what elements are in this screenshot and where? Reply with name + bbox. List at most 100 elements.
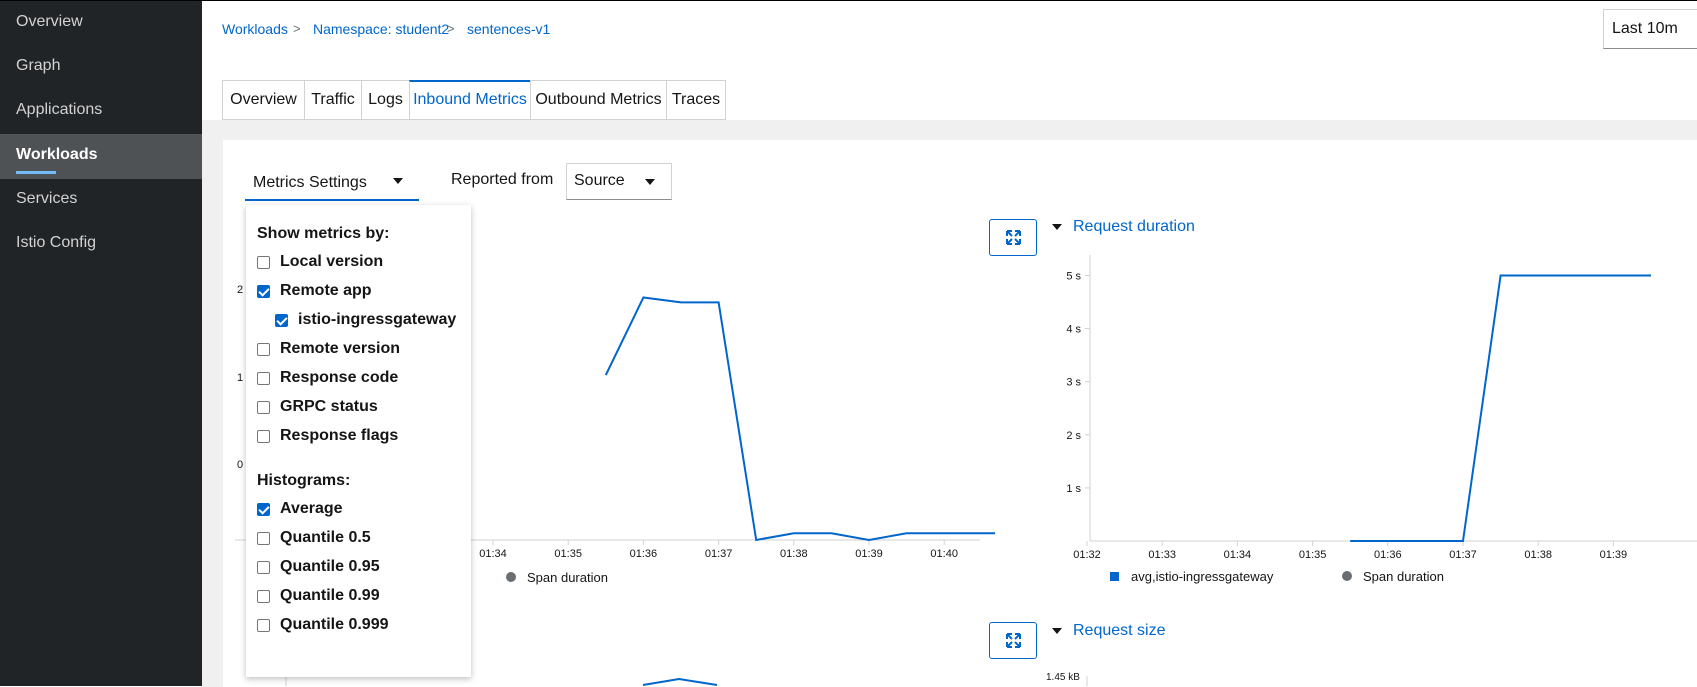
x-tick-label: 01:35 xyxy=(554,548,582,560)
checkbox-unchecked-icon[interactable] xyxy=(257,589,270,603)
checkbox-unchecked-icon[interactable] xyxy=(257,531,270,545)
x-tick-label: 01:38 xyxy=(780,548,808,560)
legend-dot-icon xyxy=(506,572,516,582)
tab-label: Traffic xyxy=(311,91,355,108)
checkbox-label: Quantile 0.95 xyxy=(280,558,380,575)
checkbox-local-version[interactable]: Local version xyxy=(257,252,383,272)
checkbox-label: Quantile 0.99 xyxy=(280,587,380,604)
checkbox-quantile-0-5[interactable]: Quantile 0.5 xyxy=(257,528,371,548)
checkbox-label: istio-ingressgateway xyxy=(298,311,457,328)
checkbox-unchecked-icon[interactable] xyxy=(257,400,270,414)
checkbox-checked-icon[interactable] xyxy=(257,502,270,516)
tab-label: Traces xyxy=(671,91,721,108)
y-tick-label: 0 xyxy=(237,459,243,471)
checkbox-remote-app[interactable]: Remote app xyxy=(257,281,372,301)
sidebar-item-overview[interactable]: Overview xyxy=(0,1,202,49)
checkbox-unchecked-icon[interactable] xyxy=(257,371,270,385)
checkbox-label: Quantile 0.999 xyxy=(280,616,389,633)
breadcrumb-workload[interactable]: sentences-v1 xyxy=(467,21,550,37)
x-tick-label: 01:34 xyxy=(1224,549,1252,561)
checkbox-label: Remote version xyxy=(280,340,401,357)
checkbox-quantile-0-99[interactable]: Quantile 0.99 xyxy=(257,586,380,606)
sidebar-item-label: Workloads xyxy=(16,146,98,163)
checkbox-label: GRPC status xyxy=(280,398,378,415)
sidebar-item-applications[interactable]: Applications xyxy=(0,89,202,137)
caret-down-icon xyxy=(645,179,655,185)
checkbox-unchecked-icon[interactable] xyxy=(257,342,270,356)
sidebar-item-istio-config[interactable]: Istio Config xyxy=(0,222,202,270)
checkbox-unchecked-icon[interactable] xyxy=(257,618,270,632)
sidebar-item-services[interactable]: Services xyxy=(0,178,202,226)
checkbox-response-code[interactable]: Response code xyxy=(257,368,398,388)
y-tick-label: 1 s xyxy=(1066,483,1081,495)
expand-chart-button[interactable] xyxy=(989,219,1037,256)
sidebar-item-label: Istio Config xyxy=(16,234,97,251)
breadcrumb-separator: > xyxy=(447,21,455,36)
checkbox-unchecked-icon[interactable] xyxy=(257,560,270,574)
checkbox-remote-version[interactable]: Remote version xyxy=(257,339,400,359)
x-tick-label: 01:33 xyxy=(1148,549,1176,561)
sidebar-item-workloads[interactable]: Workloads xyxy=(0,134,202,179)
series-line-span-duration xyxy=(604,296,995,542)
expand-icon xyxy=(1006,633,1021,648)
x-tick-label: 01:39 xyxy=(1600,549,1628,561)
tab-outbound-metrics[interactable]: Outbound Metrics xyxy=(530,80,667,120)
sidebar-item-graph[interactable]: Graph xyxy=(0,45,202,93)
checkbox-label: Quantile 0.5 xyxy=(280,529,371,546)
request-size-title[interactable]: Request size xyxy=(1073,622,1166,640)
checkbox-label: Response code xyxy=(280,369,399,386)
tab-traces[interactable]: Traces xyxy=(666,80,726,120)
request-size-line xyxy=(642,677,718,686)
legend-square-icon xyxy=(1110,572,1119,581)
tab-label: Logs xyxy=(368,91,403,108)
sidebar-item-label: Graph xyxy=(16,57,61,74)
tab-logs[interactable]: Logs xyxy=(361,80,410,120)
sidebar-item-label: Overview xyxy=(16,13,83,30)
checkbox-quantile-0-999[interactable]: Quantile 0.999 xyxy=(257,615,389,635)
checkbox-checked-icon[interactable] xyxy=(257,284,270,298)
y-tick-label: 5 s xyxy=(1066,271,1081,283)
tab-label: Inbound Metrics xyxy=(413,91,527,108)
time-range-value: Last 10m xyxy=(1612,20,1678,37)
tab-traffic[interactable]: Traffic xyxy=(304,80,362,120)
checkbox-istio-ingressgateway[interactable]: istio-ingressgateway xyxy=(275,310,456,330)
checkbox-unchecked-icon[interactable] xyxy=(257,255,270,269)
reported-from-label: Reported from xyxy=(451,171,554,188)
y-tick-label: 3 s xyxy=(1066,377,1081,389)
reported-from-select[interactable]: Source xyxy=(566,163,672,200)
checkbox-grpc-status[interactable]: GRPC status xyxy=(257,397,378,417)
sidebar-item-label: Services xyxy=(16,190,78,207)
x-tick-label: 01:39 xyxy=(855,548,883,560)
sidebar: Overview Graph Applications Workloads Se… xyxy=(0,0,202,686)
checkbox-unchecked-icon[interactable] xyxy=(257,429,270,443)
metrics-settings-toggle[interactable]: Metrics Settings xyxy=(245,165,419,201)
chevron-down-icon[interactable] xyxy=(1052,628,1062,634)
expand-icon xyxy=(1006,230,1021,245)
legend-label: avg,istio-ingressgateway xyxy=(1131,569,1274,584)
checkbox-response-flags[interactable]: Response flags xyxy=(257,426,398,446)
tab-overview[interactable]: Overview xyxy=(222,80,305,120)
checkbox-average[interactable]: Average xyxy=(257,499,343,519)
axis-line xyxy=(1086,676,1088,686)
expand-chart-button[interactable] xyxy=(989,622,1037,659)
request-duration-title[interactable]: Request duration xyxy=(1073,218,1195,236)
breadcrumb-namespace[interactable]: Namespace: student2 xyxy=(313,21,449,37)
tab-inbound-metrics[interactable]: Inbound Metrics xyxy=(409,80,531,120)
checkbox-label: Average xyxy=(280,500,343,517)
checkbox-label: Local version xyxy=(280,253,384,270)
show-metrics-by-heading: Show metrics by: xyxy=(257,225,390,242)
time-range-select[interactable]: Last 10m xyxy=(1603,9,1697,49)
x-tick-label: 01:40 xyxy=(930,548,958,560)
content-divider xyxy=(202,120,1697,140)
x-tick-label: 01:38 xyxy=(1524,549,1552,561)
breadcrumb-workloads[interactable]: Workloads xyxy=(222,21,288,37)
x-tick-label: 01:37 xyxy=(705,548,733,560)
checkbox-checked-icon[interactable] xyxy=(275,313,288,327)
y-tick-label: 1.45 kB xyxy=(1046,672,1080,683)
legend-label: Span duration xyxy=(527,570,608,585)
x-tick-label: 01:35 xyxy=(1299,549,1327,561)
x-tick-label: 01:36 xyxy=(630,548,658,560)
chevron-down-icon[interactable] xyxy=(1052,224,1062,230)
reported-from-value: Source xyxy=(574,172,625,189)
checkbox-quantile-0-95[interactable]: Quantile 0.95 xyxy=(257,557,380,577)
